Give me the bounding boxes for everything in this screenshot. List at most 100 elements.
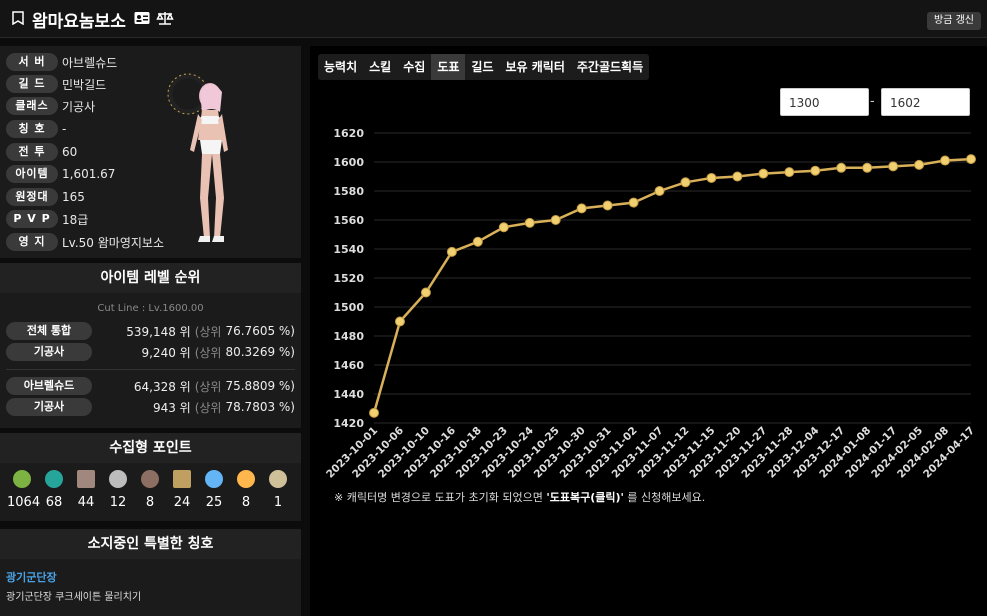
id-card-icon[interactable] xyxy=(134,11,150,25)
data-point xyxy=(498,222,509,233)
info-label: 칭 호 xyxy=(6,120,58,138)
rank-mid: (상위 xyxy=(194,379,222,394)
info-value: - xyxy=(62,122,67,136)
data-point xyxy=(836,162,847,173)
rank-percent: 76.7605 %) xyxy=(225,324,295,338)
note-prefix: ※ 캐릭터명 변경으로 도표가 초기화 되었으면 xyxy=(334,491,547,504)
collection-count: 1 xyxy=(273,495,283,510)
character-avatar xyxy=(167,73,228,242)
tab-weekly-gold[interactable]: 주간골드획득 xyxy=(571,54,649,80)
y-tick-label: 1560 xyxy=(333,214,364,227)
data-point xyxy=(706,172,717,183)
info-value: 60 xyxy=(62,145,78,159)
main-panel: 능력치 스킬 수집 도표 길드 보유 캐릭터 주간골드획득 1300 - 160… xyxy=(310,46,987,616)
data-point xyxy=(732,171,743,182)
collection-item[interactable]: 68 xyxy=(39,470,69,510)
series-line xyxy=(372,157,972,414)
data-point xyxy=(524,217,535,228)
collection-item[interactable]: 8 xyxy=(135,470,165,510)
info-row-item-level: 아이템 1,601.67 xyxy=(6,165,115,183)
collection-panel: 수집형 포인트 1064 68 44 12 8 24 25 8 1 xyxy=(0,433,301,521)
rank-row: 기공사 9,240 위 (상위 80.3269 %) xyxy=(6,343,295,361)
special-title-desc: 광기군단장 쿠크세이튼 물리치기 xyxy=(6,592,142,603)
y-tick-label: 1600 xyxy=(333,156,364,169)
rank-value: 539,148 위 xyxy=(126,324,191,339)
info-label: 길 드 xyxy=(6,75,58,93)
collection-item[interactable]: 12 xyxy=(103,470,133,510)
data-point xyxy=(862,162,873,173)
tab-characters[interactable]: 보유 캐릭터 xyxy=(500,54,571,80)
rank-label: 아브렐슈드 xyxy=(6,377,92,395)
collection-item[interactable]: 8 xyxy=(231,470,261,510)
top-bar: 왐마요놈보소 방금 갱신 xyxy=(0,0,987,38)
rank-label: 기공사 xyxy=(6,343,92,361)
rank-label: 기공사 xyxy=(6,398,92,416)
rank-percent: 75.8809 %) xyxy=(225,379,295,393)
y-tick-label: 1460 xyxy=(333,359,364,372)
range-to-input[interactable]: 1602 xyxy=(881,88,970,116)
info-value: Lv.50 왐마영지보소 xyxy=(62,235,164,250)
tab-chart[interactable]: 도표 xyxy=(431,54,466,80)
data-point xyxy=(394,316,405,327)
collection-item[interactable]: 24 xyxy=(167,470,197,510)
map-icon xyxy=(77,470,95,488)
scale-icon[interactable] xyxy=(156,11,174,25)
collection-count: 25 xyxy=(205,495,223,510)
rank-row: 기공사 943 위 (상위 78.7803 %) xyxy=(6,398,295,416)
range-from-input[interactable]: 1300 xyxy=(780,88,869,116)
refresh-button[interactable]: 방금 갱신 xyxy=(927,12,981,30)
tab-stats[interactable]: 능력치 xyxy=(318,54,363,80)
info-value: 아브렐슈드 xyxy=(62,55,118,70)
collection-count: 12 xyxy=(109,495,127,510)
info-value: 165 xyxy=(62,190,85,204)
tab-collection[interactable]: 수집 xyxy=(397,54,431,80)
collection-count: 1064 xyxy=(7,495,41,510)
bookmark-icon[interactable] xyxy=(12,11,24,25)
info-label: 아이템 xyxy=(6,165,58,183)
collection-item[interactable]: 25 xyxy=(199,470,229,510)
rank-mid: (상위 xyxy=(194,400,222,415)
heart-icon xyxy=(109,470,127,488)
info-label: 영 지 xyxy=(6,233,58,251)
restore-chart-link[interactable]: '도표복구(클릭)' xyxy=(546,491,624,504)
divider xyxy=(6,369,295,370)
info-label: 서 버 xyxy=(6,53,58,71)
info-label: 원정대 xyxy=(6,188,58,206)
star-icon xyxy=(205,470,223,488)
info-label: 클래스 xyxy=(6,97,58,115)
profile-card: 서 버 아브렐슈드 길 드 민박길드 클래스 기공사 칭 호- 전 투 60 아이템 1,… xyxy=(0,46,301,258)
special-title-panel: 소지중인 특별한 칭호 광기군단장 광기군단장 쿠크세이튼 물리치기 xyxy=(0,529,301,616)
data-point xyxy=(576,203,587,214)
rank-mid: (상위 xyxy=(194,324,222,339)
ranking-title: 아이템 레벨 순위 xyxy=(0,263,301,293)
info-row-pvp: P V P 18급 xyxy=(6,210,88,228)
collection-count: 24 xyxy=(173,495,191,510)
collection-item[interactable]: 1064 xyxy=(7,470,41,510)
data-point xyxy=(446,246,457,257)
y-tick-label: 1420 xyxy=(333,417,364,430)
data-point xyxy=(420,287,431,298)
info-row-guild: 길 드 민박길드 xyxy=(6,75,106,93)
data-point xyxy=(602,200,613,211)
item-level-chart: 1420 1440 1460 1480 1500 1520 1540 1560 1580 1600… xyxy=(324,127,977,481)
collection-title: 수집형 포인트 xyxy=(0,433,301,463)
y-tick-label: 1520 xyxy=(333,272,364,285)
data-point xyxy=(758,168,769,179)
info-row-title: 칭 호- xyxy=(6,120,66,138)
tab-skills[interactable]: 스킬 xyxy=(363,54,397,80)
y-tick-label: 1480 xyxy=(333,330,364,343)
info-value: 기공사 xyxy=(62,99,96,114)
collection-item[interactable]: 1 xyxy=(263,470,293,510)
info-label: P V P xyxy=(6,210,58,228)
collection-item[interactable]: 44 xyxy=(71,470,101,510)
orb-icon xyxy=(269,470,287,488)
data-point xyxy=(966,154,976,165)
special-title-name: 광기군단장 xyxy=(6,571,57,584)
rank-percent: 80.3269 %) xyxy=(225,345,295,359)
tab-guild[interactable]: 길드 xyxy=(465,54,499,80)
data-point xyxy=(888,161,899,172)
tab-bar: 능력치 스킬 수집 도표 길드 보유 캐릭터 주간골드획득 xyxy=(318,54,650,80)
y-tick-label: 1500 xyxy=(333,301,364,314)
rank-percent: 78.7803 %) xyxy=(225,400,295,414)
data-point xyxy=(550,215,561,225)
